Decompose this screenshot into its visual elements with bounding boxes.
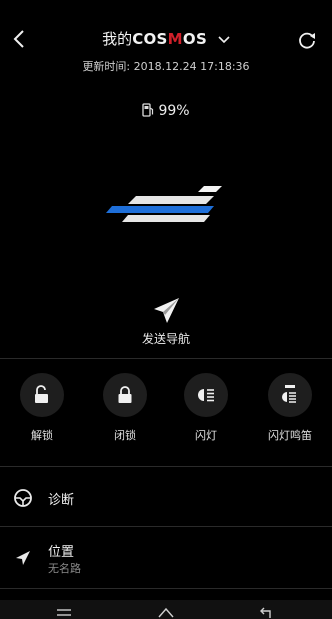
fuel-level: 99% (0, 103, 332, 119)
location-arrow-icon (16, 551, 30, 565)
title-prefix: 我的 (102, 30, 133, 48)
app-header: 我的COSMOS 更新时间: 2018.12.24 17:18:36 (0, 0, 332, 80)
chevron-down-icon[interactable] (218, 35, 230, 44)
unlock-icon (35, 385, 48, 403)
unlock-label: 解锁 (31, 429, 53, 442)
flash-lights-label: 闪灯 (195, 429, 217, 442)
list-item-diagnosis[interactable]: 诊断 (0, 467, 332, 525)
location-title: 位置 (48, 545, 75, 560)
horn-light-icon (282, 385, 296, 403)
paper-plane-icon (154, 298, 179, 323)
refresh-icon[interactable] (296, 29, 318, 51)
unlock-button[interactable]: 解锁 (2, 373, 82, 443)
back-icon[interactable] (258, 607, 274, 619)
fuel-pump-icon (142, 103, 154, 117)
list-item-location[interactable]: 位置 无名路 (0, 527, 332, 587)
brand-wordmark: COSMOS (132, 30, 208, 48)
divider (0, 588, 332, 589)
lock-icon (118, 386, 132, 403)
steering-wheel-icon (14, 489, 32, 507)
system-navigation-bar (0, 600, 332, 619)
flash-lights-button[interactable]: 闪灯 (166, 373, 246, 443)
remote-actions: 解锁 闭锁 闪灯 闪灯鸣笛 (0, 373, 332, 443)
send-navigation-label: 发送导航 (141, 332, 190, 346)
fuel-value: 99% (158, 103, 190, 119)
divider (0, 358, 332, 359)
lock-label: 闭锁 (114, 429, 136, 442)
send-navigation-button[interactable]: 发送导航 (0, 296, 332, 347)
car-logo (106, 186, 222, 222)
headlight-icon (198, 389, 214, 402)
home-icon[interactable] (158, 607, 174, 619)
lock-button[interactable]: 闭锁 (85, 373, 165, 443)
flash-and-horn-label: 闪灯鸣笛 (268, 429, 312, 442)
update-timestamp: 更新时间: 2018.12.24 17:18:36 (82, 60, 250, 73)
menu-icon[interactable] (56, 607, 72, 619)
diagnosis-label: 诊断 (48, 493, 75, 508)
page-title[interactable]: 我的COSMOS (0, 28, 332, 49)
location-subtitle: 无名路 (48, 562, 81, 575)
flash-and-horn-button[interactable]: 闪灯鸣笛 (250, 373, 330, 443)
